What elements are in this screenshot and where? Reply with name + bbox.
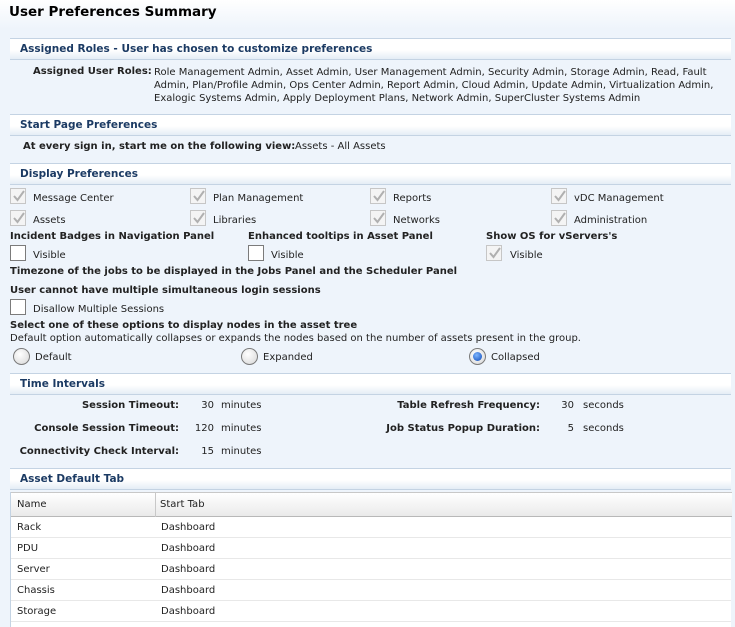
administration-checkbox[interactable] xyxy=(551,210,567,226)
row-start-tab-cell: Dashboard xyxy=(161,606,216,617)
check-mark-icon xyxy=(554,190,566,202)
assigned-roles-section-header: Assigned Roles - User has chosen to cust… xyxy=(10,38,731,60)
plan-management-label: Plan Management xyxy=(213,193,304,204)
assets-checkbox[interactable] xyxy=(10,210,26,226)
asset-default-tab-title: Asset Default Tab xyxy=(20,473,125,485)
row-name-cell: Storage xyxy=(17,606,57,617)
timezone-title: Timezone of the jobs to be displayed in … xyxy=(10,266,458,277)
display-preferences-title: Display Preferences xyxy=(20,168,138,180)
console-timeout-unit: minutes xyxy=(221,423,262,434)
networks-checkbox[interactable] xyxy=(370,210,386,226)
column-header-name[interactable]: Name xyxy=(17,499,47,510)
row-name-cell: PDU xyxy=(17,543,39,554)
vdc-management-label: vDC Management xyxy=(574,193,664,204)
session-timeout-label: Session Timeout: xyxy=(81,400,179,411)
assigned-user-roles-value: Role Management Admin, Asset Admin, User… xyxy=(154,67,714,104)
column-divider[interactable] xyxy=(155,493,156,517)
asset-tree-collapsed-radio[interactable] xyxy=(469,348,486,365)
job-status-popup-value: 5 xyxy=(567,423,574,434)
enhanced-tooltips-visible-checkbox[interactable] xyxy=(248,245,264,261)
assigned-user-roles-label: Assigned User Roles: xyxy=(33,66,152,77)
incident-badges-visible-label: Visible xyxy=(33,250,66,261)
table-row[interactable]: Chassis Dashboard xyxy=(11,580,731,601)
time-intervals-section-header: Time Intervals xyxy=(10,373,731,395)
connectivity-check-value: 15 xyxy=(201,446,214,457)
table-row[interactable]: Server Dashboard xyxy=(11,559,731,580)
table-row[interactable]: PDU Dashboard xyxy=(11,538,731,559)
table-header: Name Start Tab xyxy=(11,492,732,517)
console-timeout-value: 120 xyxy=(194,423,214,434)
connectivity-check-unit: minutes xyxy=(221,446,262,457)
asset-default-tab-section-header: Asset Default Tab xyxy=(10,468,731,490)
check-mark-icon xyxy=(193,190,205,202)
check-mark-icon xyxy=(193,212,205,224)
enhanced-tooltips-title: Enhanced tooltips in Asset Panel xyxy=(248,231,433,242)
reports-checkbox[interactable] xyxy=(370,188,386,204)
libraries-label: Libraries xyxy=(213,215,257,226)
row-name-cell: Server xyxy=(17,564,50,575)
check-mark-icon xyxy=(489,247,501,259)
asset-default-tab-table: Name Start Tab Rack Dashboard PDU Dashbo… xyxy=(10,492,732,627)
row-start-tab-cell: Dashboard xyxy=(161,585,216,596)
start-page-title: Start Page Preferences xyxy=(20,119,158,131)
assets-label: Assets xyxy=(33,215,66,226)
start-page-section-header: Start Page Preferences xyxy=(10,114,731,136)
start-view-value: Assets - All Assets xyxy=(295,141,386,152)
table-refresh-value: 30 xyxy=(561,400,574,411)
row-name-cell: Chassis xyxy=(17,585,55,596)
assigned-roles-title: Assigned Roles - User has chosen to cust… xyxy=(20,43,373,55)
title-bar: User Preferences Summary xyxy=(0,0,735,29)
administration-label: Administration xyxy=(574,215,648,226)
row-start-tab-cell: Dashboard xyxy=(161,543,216,554)
table-row[interactable]: Rack Dashboard xyxy=(11,517,731,538)
reports-label: Reports xyxy=(393,193,432,204)
user-preferences-summary-page: User Preferences Summary Assigned Roles … xyxy=(0,0,735,627)
check-mark-icon xyxy=(554,212,566,224)
asset-tree-expanded-label: Expanded xyxy=(263,352,313,363)
row-start-tab-cell: Dashboard xyxy=(161,564,216,575)
check-mark-icon xyxy=(13,190,25,202)
console-timeout-label: Console Session Timeout: xyxy=(34,423,179,434)
session-timeout-unit: minutes xyxy=(221,400,262,411)
display-preferences-section-header: Display Preferences xyxy=(10,163,731,185)
disallow-multiple-sessions-label: Disallow Multiple Sessions xyxy=(33,304,165,315)
message-center-label: Message Center xyxy=(33,193,114,204)
check-mark-icon xyxy=(13,212,25,224)
message-center-checkbox[interactable] xyxy=(10,188,26,204)
table-refresh-label: Table Refresh Frequency: xyxy=(397,400,540,411)
asset-tree-title: Select one of these options to display n… xyxy=(10,320,358,331)
libraries-checkbox[interactable] xyxy=(190,210,206,226)
show-os-visible-label: Visible xyxy=(510,250,543,261)
row-start-tab-cell: Dashboard xyxy=(161,522,216,533)
vdc-management-checkbox[interactable] xyxy=(551,188,567,204)
job-status-popup-label: Job Status Popup Duration: xyxy=(386,423,540,434)
multiple-sessions-title: User cannot have multiple simultaneous l… xyxy=(10,285,321,296)
job-status-popup-unit: seconds xyxy=(583,423,624,434)
incident-badges-visible-checkbox[interactable] xyxy=(10,245,26,261)
check-mark-icon xyxy=(373,212,385,224)
time-intervals-title: Time Intervals xyxy=(20,378,105,390)
page-title: User Preferences Summary xyxy=(9,4,217,20)
plan-management-checkbox[interactable] xyxy=(190,188,206,204)
asset-tree-description: Default option automatically collapses o… xyxy=(10,333,581,344)
incident-badges-title: Incident Badges in Navigation Panel xyxy=(10,231,215,242)
row-name-cell: Rack xyxy=(17,522,42,533)
enhanced-tooltips-visible-label: Visible xyxy=(271,250,304,261)
asset-tree-expanded-radio[interactable] xyxy=(241,348,258,365)
show-os-visible-checkbox[interactable] xyxy=(486,245,502,261)
table-row[interactable]: Storage Dashboard xyxy=(11,601,731,622)
show-os-title: Show OS for vServers's xyxy=(486,231,618,242)
asset-tree-collapsed-label: Collapsed xyxy=(491,352,540,363)
asset-tree-default-radio[interactable] xyxy=(13,348,30,365)
start-view-label: At every sign in, start me on the follow… xyxy=(23,141,296,152)
disallow-multiple-sessions-checkbox[interactable] xyxy=(10,299,26,315)
asset-tree-default-label: Default xyxy=(35,352,72,363)
connectivity-check-label: Connectivity Check Interval: xyxy=(19,446,179,457)
check-mark-icon xyxy=(373,190,385,202)
networks-label: Networks xyxy=(393,215,440,226)
table-refresh-unit: seconds xyxy=(583,400,624,411)
column-header-start-tab[interactable]: Start Tab xyxy=(160,499,205,510)
session-timeout-value: 30 xyxy=(201,400,214,411)
